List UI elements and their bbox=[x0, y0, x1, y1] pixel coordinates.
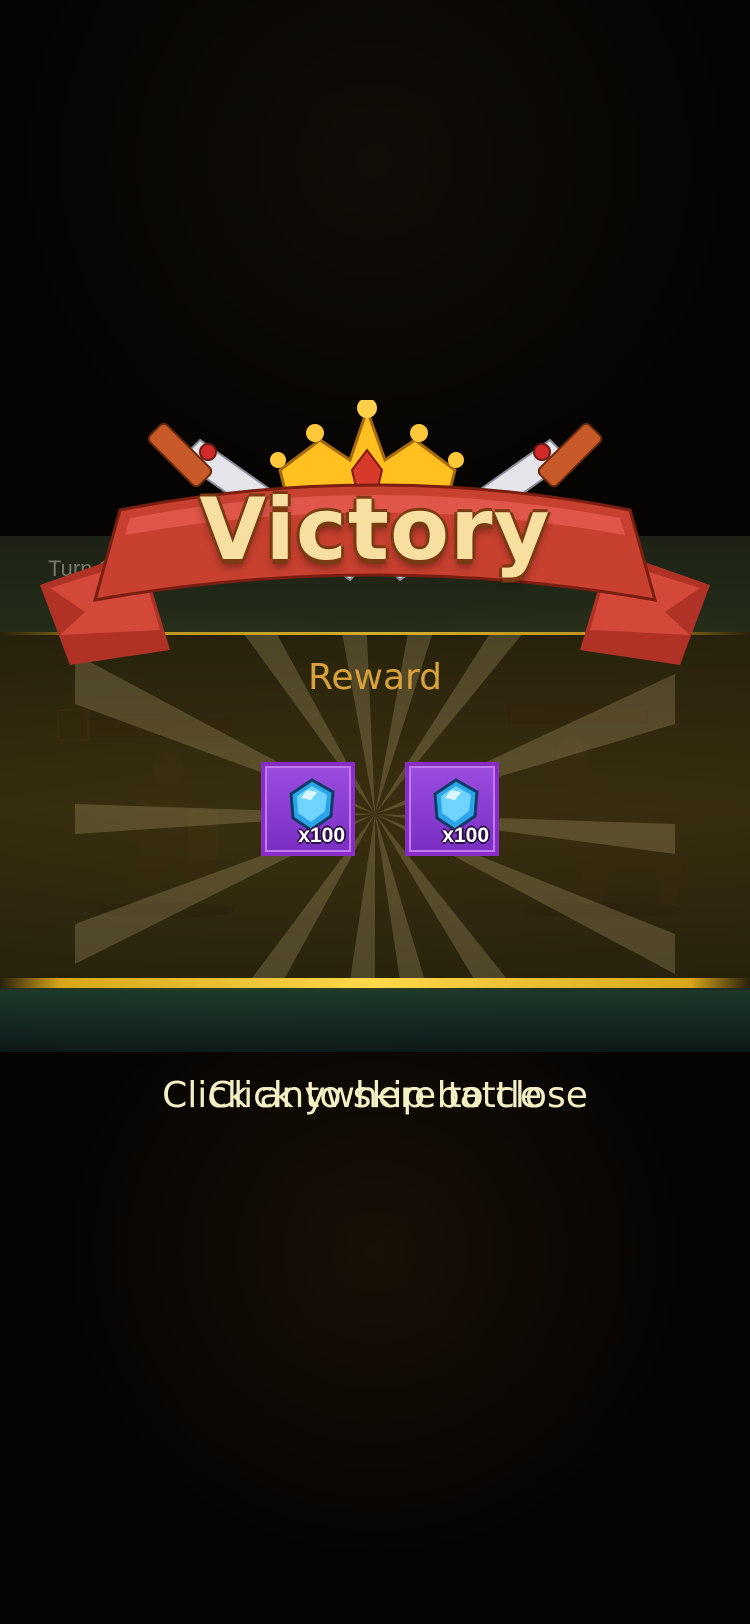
reward-item[interactable]: x100 bbox=[261, 762, 355, 856]
background-bottom[interactable] bbox=[0, 1052, 750, 1624]
panel-bottom-border bbox=[0, 978, 750, 988]
battle-ground bbox=[0, 990, 750, 1052]
reward-quantity: x100 bbox=[298, 824, 345, 847]
skip-battle-prompt[interactable]: Click to skip battle bbox=[0, 1075, 750, 1116]
victory-title: Victory bbox=[199, 480, 551, 580]
reward-quantity: x100 bbox=[442, 824, 489, 847]
reward-item[interactable]: x100 bbox=[405, 762, 499, 856]
